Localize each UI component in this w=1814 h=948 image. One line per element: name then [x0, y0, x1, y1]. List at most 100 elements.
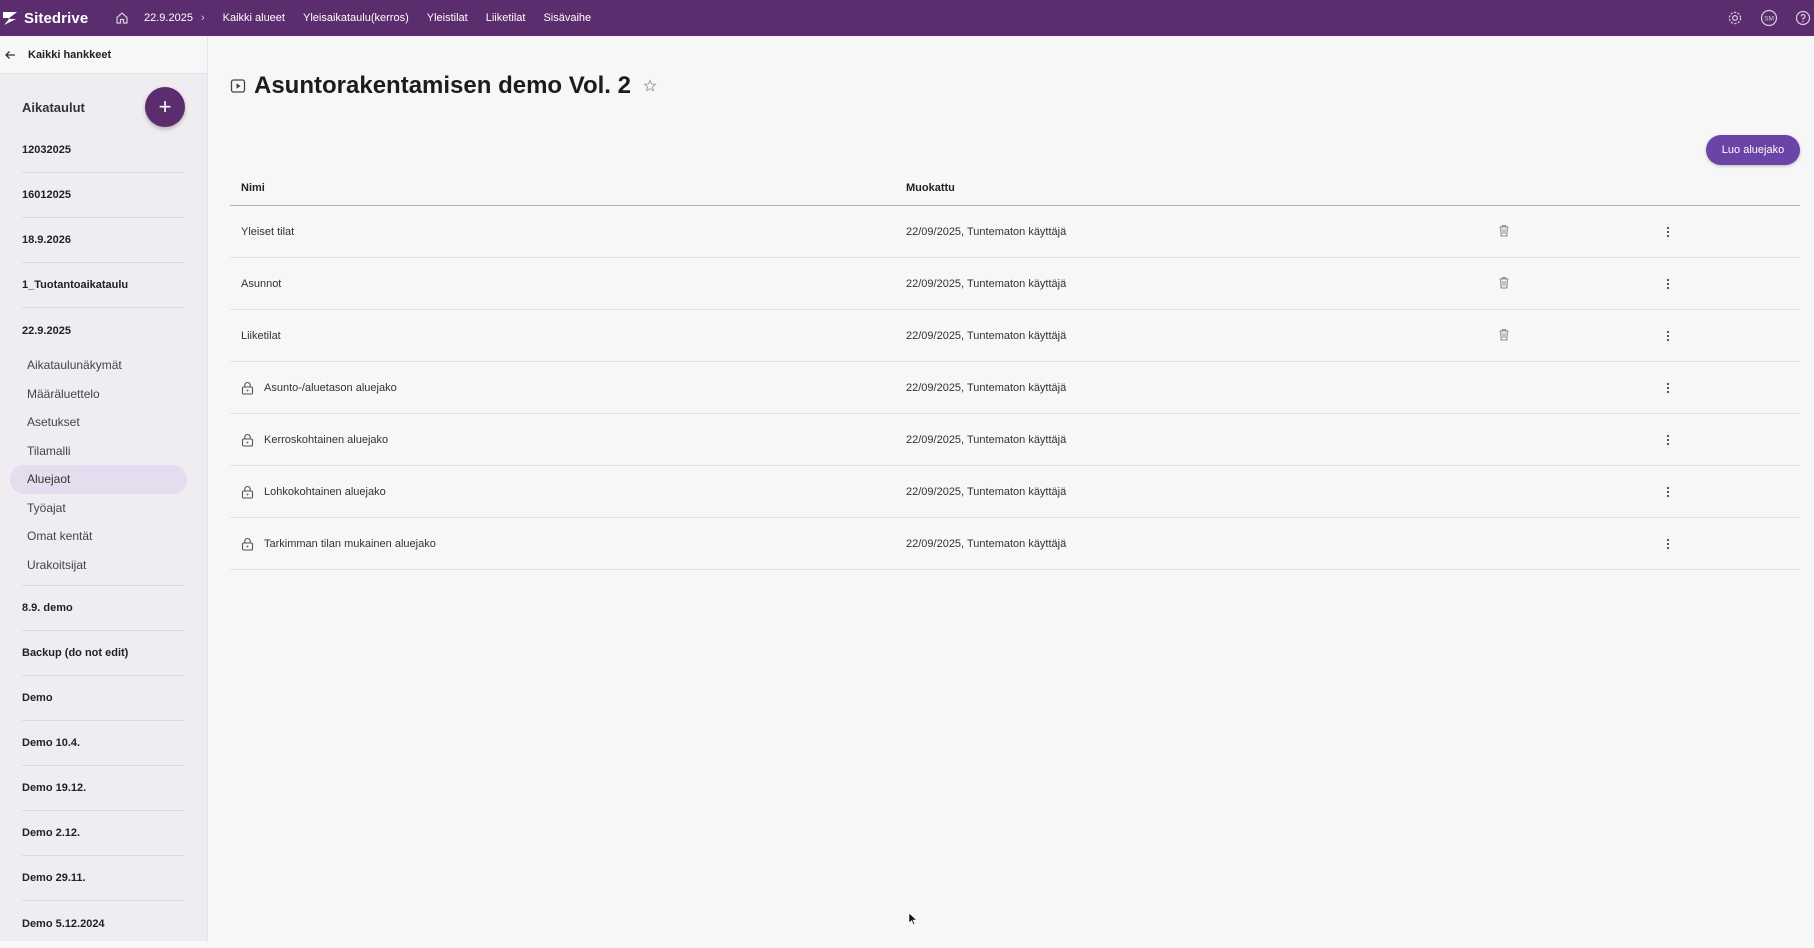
schedule-item[interactable]: 16012025 — [22, 173, 185, 218]
row-modified: 22/09/2025, Tuntematon käyttäjä — [906, 485, 1067, 498]
area-divisions-table: Nimi Muokattu Yleiset tilat 22/09/2025, T… — [230, 170, 1800, 570]
schedule-item[interactable]: Demo 19.12. — [22, 766, 185, 811]
table-header: Nimi Muokattu — [230, 170, 1800, 206]
row-modified: 22/09/2025, Tuntematon käyttäjä — [906, 433, 1067, 446]
schedule-item[interactable]: Backup (do not edit) — [22, 631, 185, 676]
column-header-name[interactable]: Nimi — [230, 182, 906, 194]
row-name: Yleiset tilat — [241, 225, 295, 238]
help-icon[interactable] — [1794, 9, 1812, 27]
row-modified: 22/09/2025, Tuntematon käyttäjä — [906, 537, 1067, 550]
nav-link-floor-schedule[interactable]: Yleisaikataulu(kerros) — [303, 12, 409, 24]
row-name: Asunnot — [241, 277, 282, 290]
schedule-item[interactable]: Demo 29.11. — [22, 856, 185, 901]
lock-icon — [241, 433, 255, 447]
nav-link-all-areas[interactable]: Kaikki alueet — [223, 12, 285, 24]
row-name: Asunto-/aluetason aluejako — [264, 381, 397, 394]
subnav-settings[interactable]: Asetukset — [10, 408, 187, 437]
schedule-item[interactable]: 1_Tuotantoaikataulu — [22, 263, 185, 308]
more-vertical-icon — [1666, 382, 1670, 393]
more-vertical-icon — [1666, 226, 1670, 237]
create-area-division-button[interactable]: Luo aluejako — [1706, 135, 1800, 165]
page-header: Asuntorakentamisen demo Vol. 2 — [230, 72, 657, 100]
lock-icon — [241, 485, 255, 499]
subnav-contractors[interactable]: Urakoitsijat — [10, 551, 187, 580]
trash-icon[interactable] — [1498, 276, 1510, 292]
row-name-cell: Lohkokohtainen aluejako — [230, 485, 906, 499]
row-name: Lohkokohtainen aluejako — [264, 485, 386, 498]
app-name: Sitedrive — [24, 9, 89, 27]
home-icon[interactable] — [114, 10, 130, 26]
breadcrumb-schedule[interactable]: 22.9.2025 — [144, 12, 193, 24]
table-row[interactable]: Asunto-/aluetason aluejako 22/09/2025, Tu… — [230, 362, 1800, 414]
schedules-title: Aikataulut — [22, 99, 85, 115]
column-header-modified[interactable]: Muokattu — [906, 182, 1486, 194]
sitedrive-logo-icon — [3, 12, 17, 25]
row-delete-cell — [1486, 224, 1522, 240]
row-more-menu[interactable] — [1650, 382, 1686, 394]
chevron-right-icon: › — [200, 12, 205, 24]
row-more-menu[interactable] — [1650, 226, 1686, 238]
row-delete-cell — [1486, 276, 1522, 292]
row-modified: 22/09/2025, Tuntematon käyttäjä — [906, 381, 1067, 394]
arrow-left-icon — [4, 48, 18, 62]
page-title: Asuntorakentamisen demo Vol. 2 — [254, 72, 631, 99]
lock-icon — [241, 381, 255, 395]
subnav-schedule-views[interactable]: Aikataulunäkymät — [10, 351, 187, 380]
sitedrive-logo[interactable]: Sitedrive — [0, 10, 108, 27]
row-name: Tarkimman tilan mukainen aluejako — [264, 537, 436, 550]
star-favorite-icon[interactable] — [643, 79, 657, 93]
schedule-item[interactable]: Demo 2.12. — [22, 811, 185, 856]
schedule-item[interactable]: Demo — [22, 676, 185, 721]
row-name-cell: Kerroskohtainen aluejako — [230, 433, 906, 447]
nav-link-interior-phase[interactable]: Sisävaihe — [543, 12, 591, 24]
subnav-working-hours[interactable]: Työajat — [10, 494, 187, 523]
breadcrumb[interactable]: 22.9.2025 › — [144, 12, 205, 24]
trash-icon[interactable] — [1498, 224, 1510, 240]
lock-icon — [241, 537, 255, 551]
table-row[interactable]: Lohkokohtainen aluejako 22/09/2025, Tunte… — [230, 466, 1800, 518]
sidebar: Kaikki hankkeet Aikataulut + 12032025 16… — [0, 36, 208, 941]
add-schedule-button[interactable]: + — [145, 87, 185, 127]
schedule-item[interactable]: 12032025 — [22, 128, 185, 173]
nav-link-commercial-spaces[interactable]: Liiketilat — [486, 12, 526, 24]
table-row[interactable]: Kerroskohtainen aluejako 22/09/2025, Tunt… — [230, 414, 1800, 466]
row-more-menu[interactable] — [1650, 538, 1686, 550]
row-name-cell: Tarkimman tilan mukainen aluejako — [230, 537, 906, 551]
schedule-item[interactable]: 8.9. demo — [22, 586, 185, 631]
subnav-area-divisions[interactable]: Aluejaot — [10, 465, 187, 494]
row-name-cell: Asunnot — [230, 278, 906, 290]
table-row[interactable]: Tarkimman tilan mukainen aluejako 22/09/2… — [230, 518, 1800, 570]
row-modified: 22/09/2025, Tuntematon käyttäjä — [906, 225, 1067, 238]
top-right-actions: SM — [1726, 0, 1814, 36]
trash-icon[interactable] — [1498, 328, 1510, 344]
row-name: Liiketilat — [241, 329, 281, 342]
avatar-initials: SM — [1764, 16, 1774, 23]
row-more-menu[interactable] — [1650, 486, 1686, 498]
table-row[interactable]: Yleiset tilat 22/09/2025, Tuntematon käyt… — [230, 206, 1800, 258]
schedule-item[interactable]: Demo 5.12.2024 — [22, 901, 185, 946]
row-more-menu[interactable] — [1650, 278, 1686, 290]
nav-link-common-spaces[interactable]: Yleistilat — [427, 12, 468, 24]
table-row[interactable]: Asunnot 22/09/2025, Tuntematon käyttäjä — [230, 258, 1800, 310]
subnav-quantity-list[interactable]: Määräluettelo — [10, 380, 187, 409]
row-delete-cell — [1486, 328, 1522, 344]
more-vertical-icon — [1666, 330, 1670, 341]
subnav-custom-fields[interactable]: Omat kentät — [10, 522, 187, 551]
main-content: Asuntorakentamisen demo Vol. 2 Luo aluej… — [208, 36, 1814, 941]
mouse-cursor-icon — [908, 912, 918, 925]
schedule-item[interactable]: Demo 10.4. — [22, 721, 185, 766]
schedule-item[interactable]: 18.9.2026 — [22, 218, 185, 263]
user-avatar-icon[interactable]: SM — [1760, 9, 1778, 27]
back-to-all-projects[interactable]: Kaikki hankkeet — [0, 36, 207, 74]
row-more-menu[interactable] — [1650, 330, 1686, 342]
table-row[interactable]: Liiketilat 22/09/2025, Tuntematon käyttäj… — [230, 310, 1800, 362]
schedule-item-open[interactable]: 22.9.2025 — [22, 308, 185, 353]
top-bar: Sitedrive 22.9.2025 › Kaikki alueet Ylei… — [0, 0, 1814, 36]
settings-icon[interactable] — [1726, 9, 1744, 27]
row-more-menu[interactable] — [1650, 434, 1686, 446]
subnav-space-model[interactable]: Tilamalli — [10, 437, 187, 466]
row-name-cell: Liiketilat — [230, 330, 906, 342]
row-name: Kerroskohtainen aluejako — [264, 433, 389, 446]
more-vertical-icon — [1666, 486, 1670, 497]
more-vertical-icon — [1666, 278, 1670, 289]
